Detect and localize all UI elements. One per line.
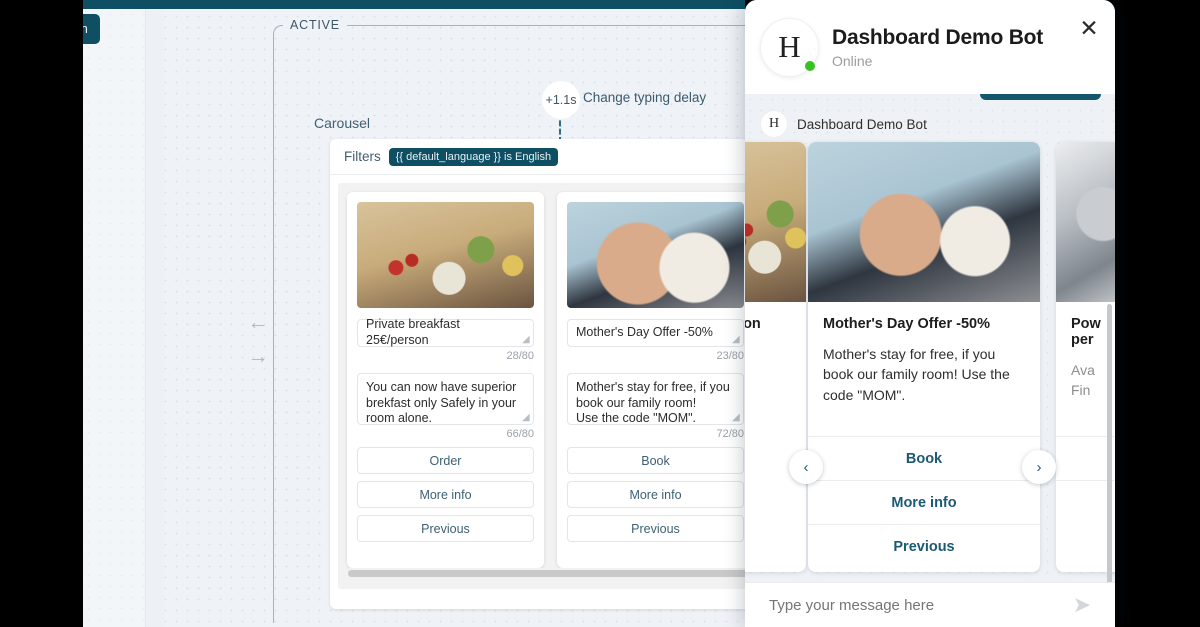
app-top-bar bbox=[83, 0, 745, 9]
user-message-bubble bbox=[980, 94, 1101, 100]
card-image bbox=[745, 142, 806, 302]
card-title-counter: 28/80 bbox=[506, 350, 534, 362]
chat-header-titles: Dashboard Demo Bot Online bbox=[832, 26, 1043, 69]
carousel-node-card: Filters {{ default_language }} is Englis… bbox=[330, 139, 745, 609]
card-body: Mother's Day Offer -50% Mother's stay fo… bbox=[808, 302, 1040, 436]
resize-grip-icon[interactable]: ◢ bbox=[732, 335, 740, 345]
gym-photo bbox=[1056, 142, 1115, 302]
carousel-next-icon[interactable]: › bbox=[1022, 450, 1056, 484]
resize-grip-icon[interactable]: ◢ bbox=[522, 413, 530, 423]
card-title: Mother's Day Offer -50% bbox=[823, 316, 991, 332]
left-side-panel: w version bbox=[83, 9, 146, 627]
card-image bbox=[1056, 142, 1115, 302]
card-button-3[interactable]: Previous bbox=[357, 515, 534, 542]
resize-grip-icon[interactable]: ◢ bbox=[732, 413, 740, 423]
chat-widget: H Dashboard Demo Bot Online ✕ H Dashboar… bbox=[745, 0, 1115, 627]
chat-message-list[interactable]: H Dashboard Demo Bot son r bbox=[745, 94, 1115, 582]
card-title-value: Mother's Day Offer -50% bbox=[576, 325, 713, 340]
chat-carousel: son r Mother's Day Offer -50% Mother's s… bbox=[745, 142, 1115, 582]
card-button-1[interactable]: Book bbox=[567, 447, 744, 474]
card-description-counter: 66/80 bbox=[506, 428, 534, 440]
card-body: son r bbox=[745, 302, 806, 372]
card-image[interactable] bbox=[567, 202, 744, 308]
scrollbar-thumb[interactable] bbox=[348, 570, 745, 577]
card-description-input[interactable]: Mother's stay for free, if you book our … bbox=[567, 373, 744, 425]
card-button-2[interactable]: More info bbox=[357, 481, 534, 508]
redo-arrow-icon[interactable]: → bbox=[247, 346, 269, 368]
screenshot-root: w version ← → ACTIVE +1.1s Change typing… bbox=[0, 0, 1200, 627]
card-description-counter: 72/80 bbox=[716, 428, 744, 440]
card-description-value: You can now have superior brekfast only … bbox=[366, 380, 517, 426]
card-button-1[interactable]: Order bbox=[357, 447, 534, 474]
card-more-info-button[interactable]: More info bbox=[808, 480, 1040, 524]
chat-card-previous[interactable]: son r bbox=[745, 142, 806, 572]
card-button-2[interactable]: More info bbox=[567, 481, 744, 508]
change-typing-delay-link[interactable]: Change typing delay bbox=[583, 90, 706, 105]
card-title: son bbox=[745, 316, 761, 332]
online-status-dot bbox=[805, 60, 815, 71]
bot-avatar-initial: H bbox=[768, 116, 780, 131]
undo-arrow-icon[interactable]: ← bbox=[247, 312, 269, 334]
carousel-horizontal-scrollbar[interactable] bbox=[346, 568, 745, 579]
chat-vertical-scrollbar[interactable] bbox=[1107, 304, 1112, 582]
card-title-value: Private breakfast 25€/person bbox=[366, 317, 460, 347]
typing-delay-node[interactable]: +1.1s bbox=[542, 81, 580, 119]
card-title-input[interactable]: Private breakfast 25€/person ◢ bbox=[357, 317, 534, 347]
breakfast-photo bbox=[357, 202, 534, 308]
active-branch-label: ACTIVE bbox=[283, 18, 347, 32]
card-image[interactable] bbox=[357, 202, 534, 308]
resize-grip-icon[interactable]: ◢ bbox=[522, 335, 530, 345]
version-badge[interactable]: w version bbox=[83, 14, 100, 44]
carousel-prev-icon[interactable]: ‹ bbox=[789, 450, 823, 484]
filters-row: Filters {{ default_language }} is Englis… bbox=[330, 139, 745, 175]
filters-label: Filters bbox=[344, 149, 381, 164]
card-image bbox=[808, 142, 1040, 302]
breakfast-photo bbox=[745, 142, 806, 302]
chat-input-bar: ➤ bbox=[745, 582, 1115, 627]
chat-card-active[interactable]: Mother's Day Offer -50% Mother's stay fo… bbox=[808, 142, 1040, 572]
card-description-value: Mother's stay for free, if you book our … bbox=[576, 380, 730, 426]
card-previous-button[interactable]: Previous bbox=[808, 524, 1040, 568]
message-input[interactable] bbox=[769, 596, 1073, 614]
node-type-label: Carousel bbox=[314, 115, 371, 131]
card-button-3[interactable]: Previous bbox=[567, 515, 744, 542]
close-icon[interactable]: ✕ bbox=[1078, 17, 1100, 40]
avatar: H bbox=[761, 18, 818, 76]
flow-builder-canvas: w version ← → ACTIVE +1.1s Change typing… bbox=[83, 0, 745, 627]
filter-condition-tag[interactable]: {{ default_language }} is English bbox=[388, 147, 559, 166]
send-icon[interactable]: ➤ bbox=[1073, 594, 1091, 616]
carousel-cards-strip: Private breakfast 25€/person ◢ 28/80 You… bbox=[347, 192, 745, 568]
card-title-counter: 23/80 bbox=[716, 350, 744, 362]
builder-card: Mother's Day Offer -50% ◢ 23/80 Mother's… bbox=[557, 192, 745, 568]
massage-photo bbox=[808, 142, 1040, 302]
avatar-initial: H bbox=[778, 29, 801, 64]
panel-gap bbox=[146, 9, 164, 627]
builder-card: Private breakfast 25€/person ◢ 28/80 You… bbox=[347, 192, 544, 568]
massage-photo bbox=[567, 202, 744, 308]
carousel-cards-container: Private breakfast 25€/person ◢ 28/80 You… bbox=[338, 183, 745, 589]
chat-header: H Dashboard Demo Bot Online ✕ bbox=[745, 0, 1115, 94]
card-description-input[interactable]: You can now have superior brekfast only … bbox=[357, 373, 534, 425]
chat-title: Dashboard Demo Bot bbox=[832, 25, 1044, 49]
chat-status: Online bbox=[832, 52, 873, 69]
card-book-button[interactable]: Book bbox=[808, 436, 1040, 480]
bot-avatar: H bbox=[761, 111, 787, 137]
card-description: Mother's stay for free, if you book our … bbox=[823, 346, 1010, 403]
card-title-input[interactable]: Mother's Day Offer -50% ◢ bbox=[567, 319, 744, 347]
card-description: r bbox=[745, 344, 791, 364]
bot-message-header: H Dashboard Demo Bot bbox=[761, 111, 927, 137]
bot-name-label: Dashboard Demo Bot bbox=[797, 116, 927, 132]
